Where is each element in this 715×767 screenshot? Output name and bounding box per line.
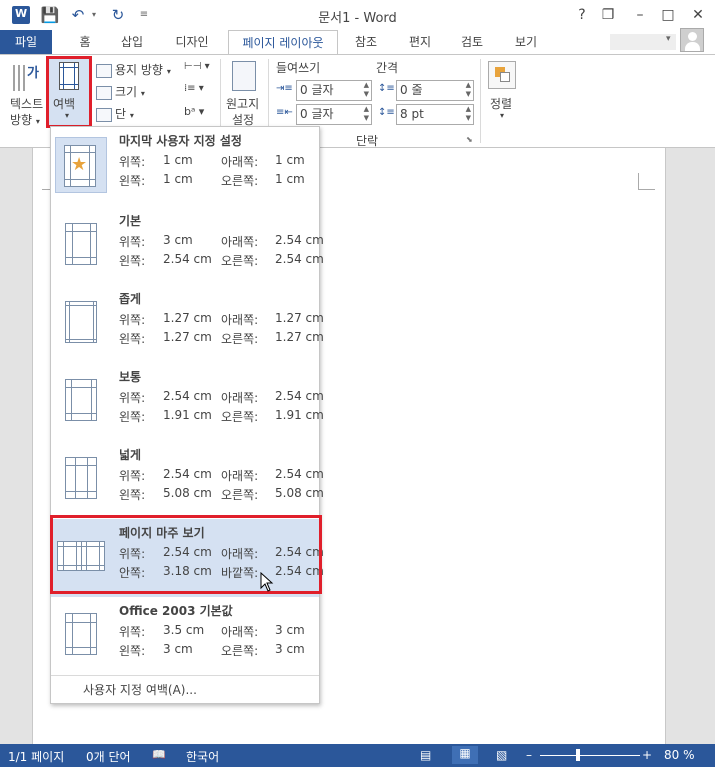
margins-icon [59,62,79,90]
group-separator [480,59,481,143]
columns-icon [96,107,112,122]
margin-option-name: 좁게 [119,292,142,306]
margins-dropdown-icon: ▾ [65,111,70,120]
star-icon: ★ [71,154,88,175]
page-count[interactable]: 1/1 페이지 [8,748,64,765]
tab-home[interactable]: 홈 [70,30,100,54]
orientation-button[interactable]: 용지 방향 ▾ [96,61,171,78]
columns-button[interactable]: 단 ▾ [96,105,134,122]
breaks-icon[interactable]: ⊢⊣ ▾ [184,61,210,72]
indent-right-input[interactable]: 0 글자 ▲ ▼ [296,104,372,125]
paragraph-group-label: 단락 [356,134,379,148]
margins-label: 여백 [53,97,76,111]
manuscript-label[interactable]: 원고지 [226,95,259,112]
text-direction-label[interactable]: 텍스트 [10,95,43,112]
margin-option-name: 넓게 [119,448,142,462]
language-indicator[interactable]: 한국어 [186,748,219,765]
tab-review[interactable]: 검토 [452,30,492,54]
margin-preview-icon [55,607,107,663]
page-margin-corner [638,173,655,190]
margin-option-name: 마지막 사용자 지정 설정 [119,134,242,148]
margin-option-narrow[interactable]: 좁게 위쪽: 1.27 cm 아래쪽: 1.27 cm 왼쪽: 1.27 cm 오른쪽: 1… [51,285,324,363]
account-dropdown-icon[interactable]: ▾ [666,34,671,44]
margin-preview-icon [55,217,107,273]
zoom-slider[interactable] [540,755,640,756]
avatar[interactable] [680,28,704,52]
tab-mailings[interactable]: 편지 [400,30,440,54]
zoom-in-button[interactable]: + [642,748,652,762]
tab-references[interactable]: 참조 [346,30,386,54]
word-count[interactable]: 0개 단어 [86,748,131,765]
mouse-pointer-icon [260,571,274,592]
margin-option-office-2003[interactable]: Office 2003 기본값 위쪽: 3.5 cm 아래쪽: 3 cm 왼쪽: 3 c… [51,597,319,675]
spacing-after-icon: ↕≡ [378,107,395,118]
margin-preview-icon [55,295,107,351]
spacing-title: 간격 [376,61,399,75]
margin-option-name: 보통 [119,370,142,384]
tab-insert[interactable]: 삽입 [112,30,152,54]
margin-option-normal[interactable]: 기본 위쪽: 3 cm 아래쪽: 2.54 cm 왼쪽: 2.54 cm 오른쪽: 2.54… [51,207,324,285]
web-layout-icon[interactable]: ▧ [496,748,507,762]
text-direction-icon[interactable]: 가 [10,61,42,95]
line-numbers-icon[interactable]: ⁞≡ ▾ [184,83,204,94]
proofing-icon[interactable]: 📖 [152,748,166,761]
zoom-slider-thumb[interactable] [576,749,580,761]
spacing-before-input[interactable]: 0 줄 ▲ ▼ [396,80,474,101]
margin-option-name: Office 2003 기본값 [119,604,233,618]
spacing-before-icon: ↕≡ [378,83,395,94]
paragraph-dialog-launcher-icon[interactable]: ⬊ [466,135,473,144]
zoom-out-button[interactable]: – [526,748,532,762]
read-mode-icon[interactable]: ▤ [420,748,431,762]
tab-page-layout[interactable]: 페이지 레이아웃 [228,30,338,55]
margins-button[interactable]: 여백 ▾ [46,56,92,128]
margin-preview-icon [55,451,107,507]
ribbon-tabs: 파일 홈 삽입 디자인 페이지 레이아웃 참조 편지 검토 보기 ▾ [0,30,715,55]
hyphenation-icon[interactable]: bᵃ ▾ [184,105,204,118]
minimize-button[interactable]: – [628,4,652,26]
menu-separator [51,675,319,676]
indent-title: 들여쓰기 [276,61,321,75]
title-bar: W 💾 ↶ ▾ ↻ ≡ 문서1 - Word ? ❐ – □ ✕ [0,0,715,30]
indent-left-input[interactable]: 0 글자 ▲ ▼ [296,80,372,101]
margin-option-last-custom[interactable]: ★ 마지막 사용자 지정 설정 위쪽: 1 cm 아래쪽: 1 cm 왼쪽: 1 cm 오… [51,127,319,205]
ribbon-display-options-button[interactable]: ❐ [596,4,620,26]
custom-margins-menu-item[interactable]: 사용자 지정 여백(A)... [83,681,197,698]
tab-view[interactable]: 보기 [506,30,546,54]
size-button[interactable]: 크기 ▾ [96,83,145,100]
arrange-icon[interactable] [488,61,516,89]
zoom-level[interactable]: 80 % [664,748,695,762]
help-button[interactable]: ? [570,4,594,26]
indent-right-icon: ≡⇤ [276,107,293,118]
print-layout-icon[interactable]: ▦ [452,746,478,764]
margin-preview-icon [55,373,107,429]
margin-preview-icon: ★ [55,137,107,193]
selection-highlight-box [50,515,322,594]
margins-dropdown-menu: ★ 마지막 사용자 지정 설정 위쪽: 1 cm 아래쪽: 1 cm 왼쪽: 1 cm 오… [50,126,324,704]
size-icon [96,85,112,100]
orientation-icon [96,63,112,78]
indent-left-icon: ⇥≡ [276,83,293,94]
text-direction-label-2[interactable]: 방향 ▾ [10,111,40,128]
svg-text:가: 가 [27,66,39,81]
maximize-button[interactable]: □ [656,4,680,26]
arrange-dropdown-icon[interactable]: ▾ [500,111,504,120]
manuscript-icon[interactable] [232,61,256,91]
margin-option-moderate[interactable]: 보통 위쪽: 2.54 cm 아래쪽: 2.54 cm 왼쪽: 1.91 cm 오른쪽: 1… [51,363,324,441]
close-button[interactable]: ✕ [686,4,710,26]
arrange-label[interactable]: 정렬 [490,95,512,112]
status-bar: 1/1 페이지 0개 단어 📖 한국어 ▤ ▦ ▧ – + 80 % [0,744,715,767]
margin-option-name: 기본 [119,214,142,228]
margin-option-wide[interactable]: 넓게 위쪽: 2.54 cm 아래쪽: 2.54 cm 왼쪽: 5.08 cm 오른쪽: 5… [51,441,324,519]
tab-file[interactable]: 파일 [0,30,52,54]
tab-design[interactable]: 디자인 [166,30,218,54]
spacing-after-input[interactable]: 8 pt ▲ ▼ [396,104,474,125]
